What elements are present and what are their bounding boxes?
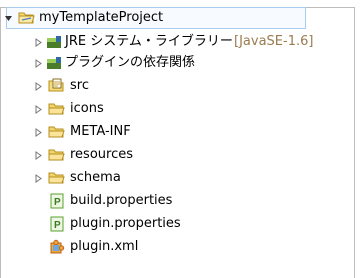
properties-file-icon: P bbox=[50, 216, 64, 232]
meta-inf-folder-label: META-INF bbox=[70, 124, 131, 139]
build-properties-label: build.properties bbox=[70, 193, 173, 208]
tree-row-plugin-dependencies[interactable]: プラグインの依存関係 bbox=[0, 52, 355, 74]
src-label: src bbox=[70, 78, 89, 93]
tree-row-src[interactable]: src bbox=[0, 75, 355, 97]
folder-icon bbox=[48, 103, 65, 115]
folder-icon bbox=[48, 172, 65, 184]
folder-icon bbox=[48, 149, 65, 161]
plugin-dependencies-label: プラグインの依存関係 bbox=[65, 55, 196, 70]
jre-version-decoration: [JavaSE-1.6] bbox=[234, 34, 314, 49]
svg-text:P: P bbox=[54, 220, 61, 231]
expanded-arrow-icon[interactable] bbox=[4, 14, 13, 23]
tree-row-build-properties[interactable]: P build.properties bbox=[0, 190, 355, 212]
tree-row-resources[interactable]: resources bbox=[0, 144, 355, 166]
tree-row-meta-inf[interactable]: META-INF bbox=[0, 121, 355, 143]
collapsed-arrow-icon[interactable] bbox=[34, 128, 43, 137]
tree-row-icons[interactable]: icons bbox=[0, 98, 355, 120]
plugin-xml-label: plugin.xml bbox=[70, 239, 139, 254]
collapsed-arrow-icon[interactable] bbox=[34, 174, 43, 183]
library-icon bbox=[47, 57, 61, 69]
tree-row-jre-library[interactable]: JRE システム・ライブラリー [JavaSE-1.6] bbox=[0, 31, 355, 53]
collapsed-arrow-icon[interactable] bbox=[34, 59, 43, 68]
project-folder-icon bbox=[18, 12, 35, 24]
icons-folder-label: icons bbox=[70, 101, 104, 116]
tree-row-project[interactable]: myTemplateProject bbox=[0, 7, 355, 29]
folder-icon bbox=[48, 126, 65, 138]
tree-row-plugin-properties[interactable]: P plugin.properties bbox=[0, 213, 355, 235]
collapsed-arrow-icon[interactable] bbox=[34, 105, 43, 114]
collapsed-arrow-icon[interactable] bbox=[34, 151, 43, 160]
tree-row-schema[interactable]: schema bbox=[0, 167, 355, 189]
svg-text:P: P bbox=[54, 197, 61, 208]
properties-file-icon: P bbox=[50, 193, 64, 209]
source-folder-icon bbox=[48, 78, 64, 92]
plugin-xml-icon bbox=[50, 239, 65, 254]
tree-row-plugin-xml[interactable]: plugin.xml bbox=[0, 236, 355, 258]
project-label: myTemplateProject bbox=[39, 10, 164, 25]
schema-folder-label: schema bbox=[70, 170, 121, 185]
collapsed-arrow-icon[interactable] bbox=[34, 82, 43, 91]
library-icon bbox=[47, 36, 61, 48]
collapsed-arrow-icon[interactable] bbox=[34, 38, 43, 47]
plugin-properties-label: plugin.properties bbox=[70, 216, 181, 231]
resources-folder-label: resources bbox=[70, 147, 134, 162]
jre-library-label: JRE システム・ライブラリー bbox=[65, 34, 233, 49]
